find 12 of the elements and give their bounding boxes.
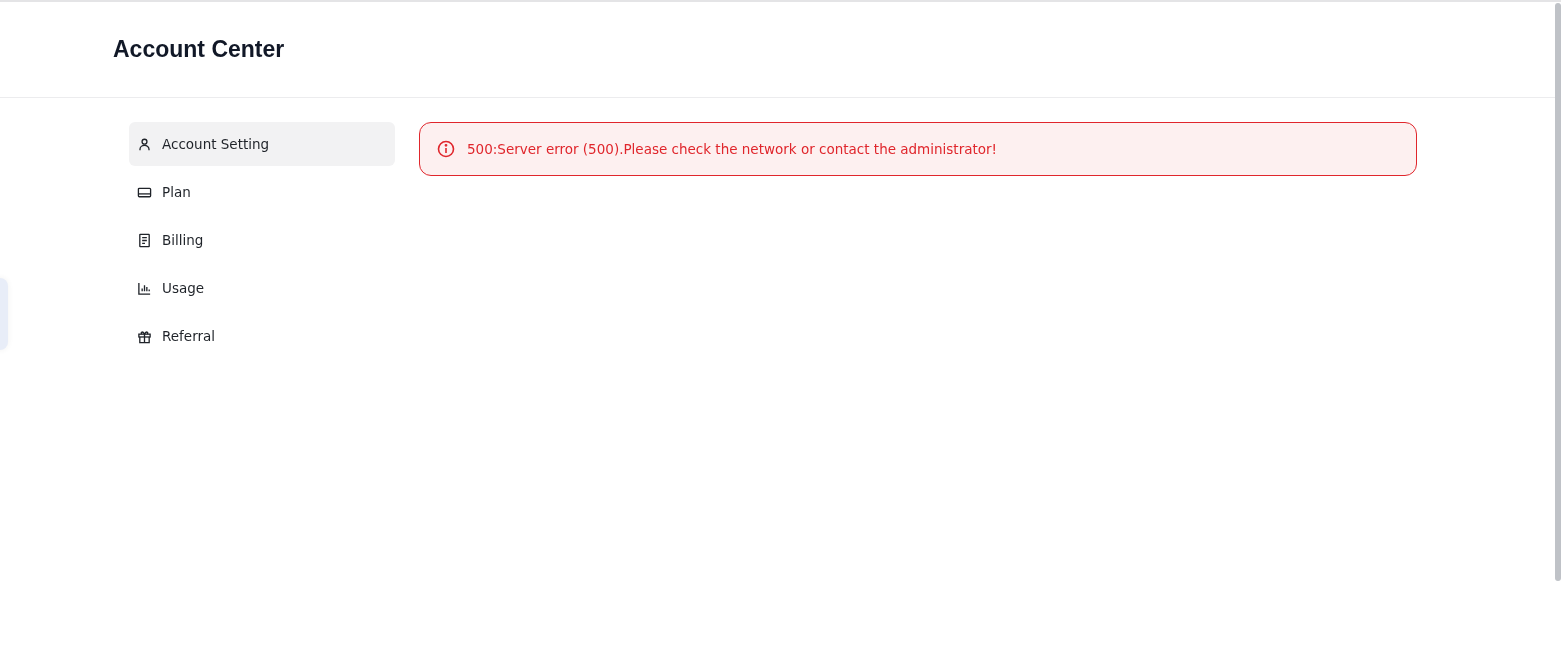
sidebar-item[interactable]: Referral [129,314,395,358]
page-title: Account Center [113,36,285,63]
sidebar-item[interactable]: Usage [129,266,395,310]
info-icon [437,140,455,158]
scrollbar-thumb[interactable] [1555,3,1561,581]
bar-chart-icon [137,280,152,296]
person-icon [137,136,152,152]
sidebar-item[interactable]: Plan [129,170,395,214]
sidebar-item[interactable]: Billing [129,218,395,262]
error-message: 500:Server error (500).Please check the network or contact the administrator! [467,141,997,157]
sidebar-item[interactable]: Account Setting [129,122,395,166]
receipt-icon [137,232,152,248]
